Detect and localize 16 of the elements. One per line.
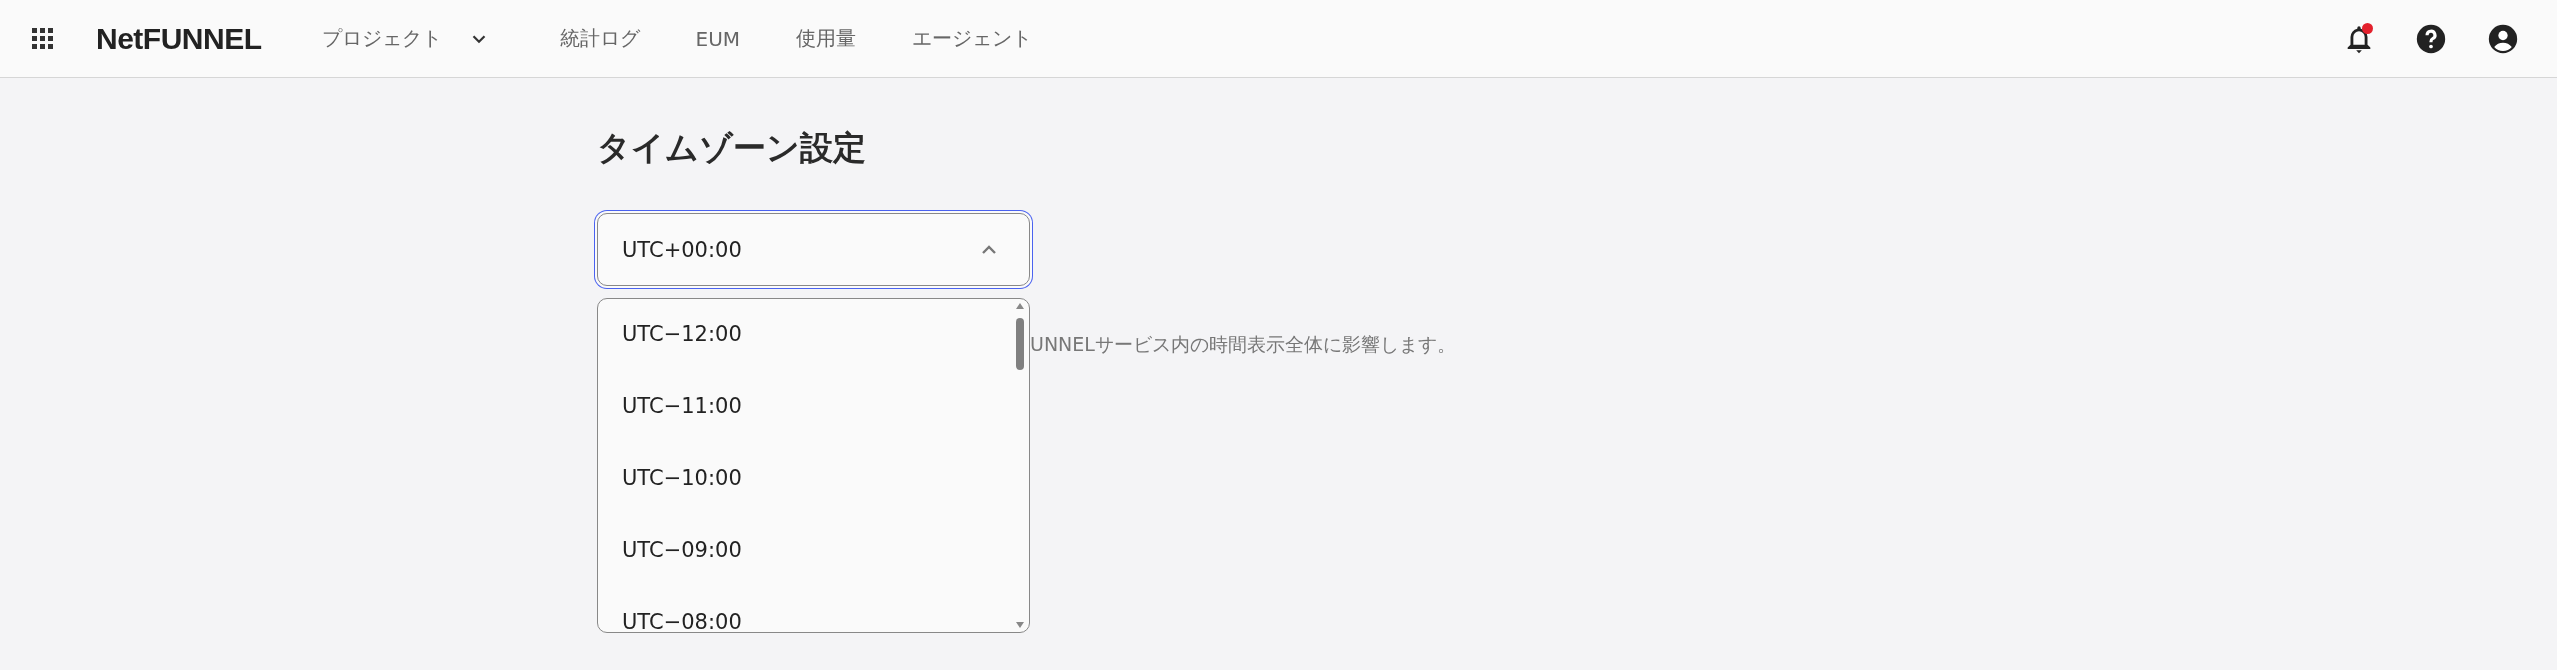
nav-link[interactable]: エージェント xyxy=(912,25,1033,52)
nav-link[interactable]: EUM xyxy=(695,26,741,51)
timezone-select[interactable]: UTC+00:00 xyxy=(597,213,1030,286)
scrollbar[interactable] xyxy=(1015,303,1025,628)
nav-link[interactable]: 使用量 xyxy=(796,25,857,52)
logo[interactable]: NetFUNNEL xyxy=(96,21,262,56)
dropdown-option[interactable]: UTC−08:00 xyxy=(598,586,1029,632)
helper-text: UNNELサービス内の時間表示全体に影響します。 xyxy=(1030,332,1456,357)
dropdown-option[interactable]: UTC−11:00 xyxy=(598,370,1029,442)
page-title: タイムゾーン設定 xyxy=(597,127,867,169)
app-grid-icon[interactable] xyxy=(32,27,54,50)
dropdown-option[interactable]: UTC−12:00 xyxy=(598,299,1029,370)
nav-link[interactable]: 統計ログ xyxy=(559,25,640,52)
dropdown-option[interactable]: UTC−09:00 xyxy=(598,514,1029,586)
project-dropdown[interactable]: プロジェクト xyxy=(321,25,490,52)
dropdown-option[interactable]: UTC−10:00 xyxy=(598,442,1029,514)
